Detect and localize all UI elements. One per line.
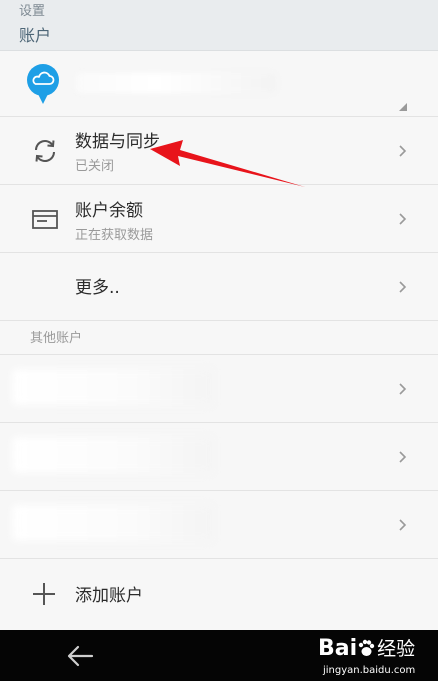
account-card[interactable] [0, 51, 438, 117]
sync-icon [34, 139, 56, 163]
chevron-right-icon [399, 145, 407, 157]
other-account-row[interactable] [0, 491, 438, 559]
card-icon [32, 210, 58, 229]
page-title: 账户 [19, 26, 52, 45]
account-redacted [12, 505, 212, 541]
screen: 设置 账户 数据与同步 已关闭 账户余额 正在获取数据 更多.. 其他账户 添加… [0, 0, 438, 681]
cloud-account-icon [27, 64, 59, 104]
account-redacted [12, 369, 212, 405]
row-data-sync[interactable]: 数据与同步 已关闭 [0, 117, 438, 185]
row-title: 更多.. [75, 278, 120, 298]
add-account-row[interactable]: 添加账户 [0, 559, 438, 629]
chevron-right-icon [399, 281, 407, 293]
corner-triangle-icon [399, 103, 407, 111]
row-account-balance[interactable]: 账户余额 正在获取数据 [0, 185, 438, 253]
row-more[interactable]: 更多.. [0, 253, 438, 321]
chevron-right-icon [399, 519, 407, 531]
other-account-row[interactable] [0, 355, 438, 423]
navigation-bar: Bai 经验 jingyan.baidu.com [0, 630, 438, 681]
row-title: 数据与同步 [75, 132, 160, 152]
header: 设置 账户 [0, 0, 438, 51]
row-subtitle: 正在获取数据 [75, 228, 154, 243]
baidu-jingyan-watermark: Bai 经验 jingyan.baidu.com [318, 634, 416, 676]
chevron-right-icon [399, 383, 407, 395]
row-title: 账户余额 [75, 201, 143, 221]
chevron-right-icon [399, 451, 407, 463]
back-arrow-icon[interactable] [66, 644, 94, 668]
paw-icon [358, 639, 375, 656]
row-subtitle: 已关闭 [75, 159, 115, 174]
account-redacted [12, 437, 212, 473]
add-account-label: 添加账户 [75, 586, 143, 606]
watermark-url: jingyan.baidu.com [323, 665, 416, 676]
account-name-redacted [76, 73, 276, 93]
chevron-right-icon [399, 213, 407, 225]
section-header-other-accounts: 其他账户 [30, 331, 83, 346]
plus-icon [33, 583, 55, 605]
breadcrumb[interactable]: 设置 [19, 0, 45, 19]
watermark-brand: Bai 经验 [318, 636, 416, 661]
other-account-row[interactable] [0, 423, 438, 491]
